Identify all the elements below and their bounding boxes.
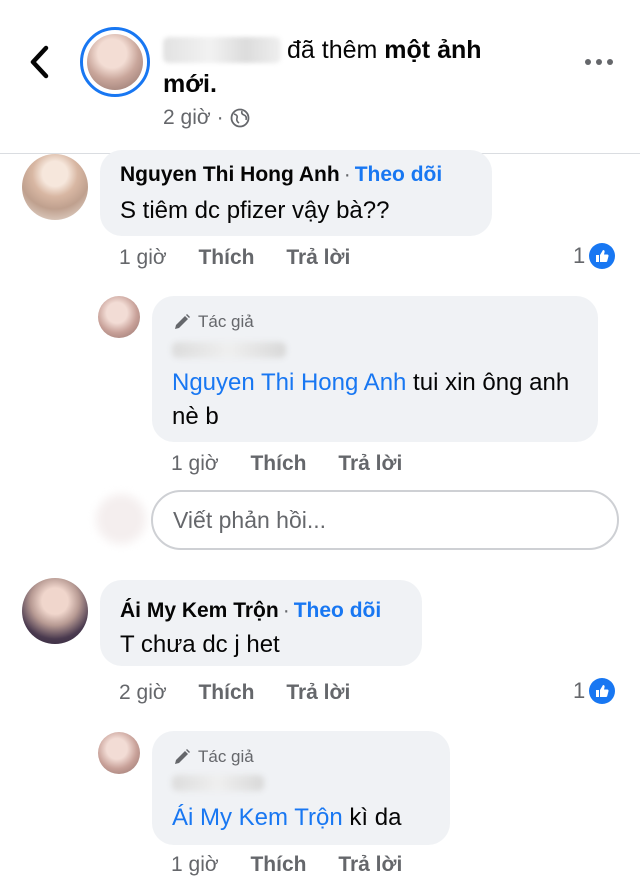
- globe-icon: [230, 108, 250, 128]
- commenter-avatar[interactable]: [22, 578, 88, 644]
- reply-actions: 1 giờ Thích Trả lời: [171, 452, 402, 476]
- post-action-text: đã thêm: [287, 36, 378, 64]
- comment-bubble: Nguyen Thi Hong Anh · Theo dõi S tiêm dc p…: [100, 150, 492, 236]
- comment-actions: 2 giờ Thích Trả lời: [119, 681, 350, 705]
- back-arrow-icon: [30, 45, 49, 79]
- mention-link[interactable]: Nguyen Thi Hong Anh: [172, 369, 406, 396]
- like-button[interactable]: Thích: [198, 681, 254, 704]
- reply-actions: 1 giờ Thích Trả lời: [171, 853, 402, 877]
- follow-button[interactable]: Theo dõi: [355, 163, 443, 186]
- current-user-avatar: [92, 490, 150, 548]
- author-avatar[interactable]: [98, 296, 140, 338]
- comment-actions: 1 giờ Thích Trả lời: [119, 246, 350, 270]
- post-action-bold: một ảnh: [384, 36, 482, 64]
- reply-time[interactable]: 1 giờ: [171, 853, 219, 876]
- post-time[interactable]: 2 giờ: [163, 104, 211, 132]
- reaction-count: 1: [573, 243, 586, 268]
- poster-avatar[interactable]: [80, 27, 150, 97]
- author-badge: Tác giả: [172, 747, 254, 767]
- author-badge-label: Tác giả: [198, 312, 254, 331]
- like-button[interactable]: Thích: [198, 246, 254, 269]
- post-meta: 2 giờ ·: [163, 104, 250, 132]
- post-action-line2: mới.: [163, 70, 217, 98]
- reply-button[interactable]: Trả lời: [338, 853, 402, 876]
- more-dots-icon: [585, 59, 613, 65]
- comment-bubble: Ái My Kem Trộn · Theo dõi T chưa dc j het: [100, 580, 422, 666]
- redacted-author-name: [172, 342, 286, 358]
- reply-body: kì da: [342, 804, 402, 831]
- reaction-summary[interactable]: 1: [573, 243, 616, 269]
- author-badge-label: Tác giả: [198, 747, 254, 766]
- more-options-button[interactable]: [580, 50, 620, 74]
- reply-text: Ái My Kem Trộn kì da: [172, 801, 442, 835]
- pencil-icon: [175, 314, 190, 329]
- back-button[interactable]: [22, 40, 62, 84]
- reply-bubble: Tác giả Nguyen Thi Hong Anh tui xin ông …: [152, 296, 598, 442]
- reply-bubble: Tác giả Ái My Kem Trộn kì da: [152, 731, 450, 845]
- like-thumb-icon: [589, 678, 616, 704]
- reaction-summary[interactable]: 1: [573, 678, 616, 704]
- comment-time[interactable]: 1 giờ: [119, 246, 167, 269]
- like-thumb-icon: [589, 243, 616, 269]
- post-header-text: đã thêm một ảnh: [163, 34, 482, 66]
- comment-author-name[interactable]: Nguyen Thi Hong Anh: [120, 163, 340, 186]
- follow-button[interactable]: Theo dõi: [294, 599, 382, 622]
- reply-input[interactable]: Viết phản hồi...: [151, 490, 619, 550]
- like-button[interactable]: Thích: [250, 452, 306, 475]
- reply-button[interactable]: Trả lời: [286, 246, 350, 269]
- comment-author-row: Nguyen Thi Hong Anh · Theo dõi: [120, 163, 443, 186]
- reply-time[interactable]: 1 giờ: [171, 452, 219, 475]
- comment-text: S tiêm dc pfizer vậy bà??: [120, 197, 390, 224]
- reply-button[interactable]: Trả lời: [286, 681, 350, 704]
- reply-button[interactable]: Trả lời: [338, 452, 402, 475]
- redacted-author-name: [172, 775, 264, 791]
- reaction-count: 1: [573, 678, 586, 703]
- redacted-poster-name: [163, 37, 281, 63]
- author-badge: Tác giả: [172, 312, 254, 332]
- comment-time[interactable]: 2 giờ: [119, 681, 167, 704]
- reply-text: Nguyen Thi Hong Anh tui xin ông anh nè b: [172, 366, 588, 434]
- comment-text: T chưa dc j het: [120, 631, 280, 658]
- comment-author-name[interactable]: Ái My Kem Trộn: [120, 599, 279, 622]
- commenter-avatar[interactable]: [22, 154, 88, 220]
- comment-author-row: Ái My Kem Trộn · Theo dõi: [120, 599, 382, 622]
- reply-input-placeholder: Viết phản hồi...: [173, 506, 327, 533]
- mention-link[interactable]: Ái My Kem Trộn: [172, 804, 343, 831]
- meta-dot: ·: [216, 106, 224, 129]
- pencil-icon: [175, 749, 190, 764]
- author-avatar[interactable]: [98, 732, 140, 774]
- like-button[interactable]: Thích: [250, 853, 306, 876]
